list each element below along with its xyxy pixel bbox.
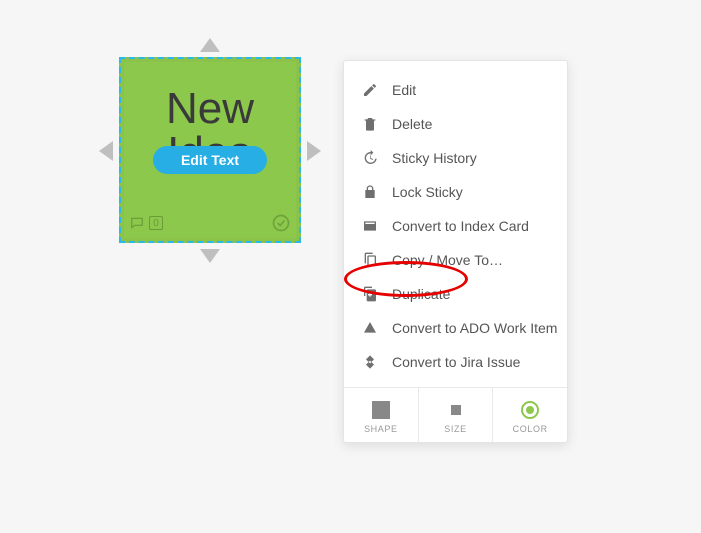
sticky-text-line1: New bbox=[121, 87, 299, 131]
menu-label: Copy / Move To… bbox=[392, 252, 503, 268]
menu-label: Convert to ADO Work Item bbox=[392, 320, 557, 336]
arrow-down-handle[interactable] bbox=[200, 249, 220, 263]
sticky-note[interactable]: New Idea Edit Text 0 bbox=[119, 57, 301, 243]
comment-count[interactable]: 0 bbox=[149, 216, 163, 230]
menu-label: Delete bbox=[392, 116, 432, 132]
tab-color[interactable]: COLOR bbox=[492, 388, 567, 442]
tab-shape-label: SHAPE bbox=[344, 424, 418, 434]
trash-icon bbox=[362, 116, 378, 132]
size-icon bbox=[451, 405, 461, 415]
menu-label: Convert to Index Card bbox=[392, 218, 529, 234]
sticky-footer: 0 bbox=[129, 211, 291, 235]
ado-icon bbox=[362, 320, 378, 336]
tab-size-label: SIZE bbox=[419, 424, 493, 434]
menu-item-edit[interactable]: Edit bbox=[344, 73, 567, 107]
arrow-up-handle[interactable] bbox=[200, 38, 220, 52]
edit-text-button[interactable]: Edit Text bbox=[153, 146, 267, 174]
index-card-icon bbox=[362, 218, 378, 234]
duplicate-icon bbox=[362, 286, 378, 302]
menu-label: Sticky History bbox=[392, 150, 477, 166]
tab-shape[interactable]: SHAPE bbox=[344, 388, 418, 442]
menu-item-convert-ado[interactable]: Convert to ADO Work Item bbox=[344, 311, 567, 345]
pencil-icon bbox=[362, 82, 378, 98]
comment-icon[interactable] bbox=[129, 216, 145, 230]
tab-color-label: COLOR bbox=[493, 424, 567, 434]
tab-size[interactable]: SIZE bbox=[418, 388, 493, 442]
menu-bottom-tabs: SHAPE SIZE COLOR bbox=[344, 387, 567, 442]
menu-label: Duplicate bbox=[392, 286, 450, 302]
shape-icon bbox=[372, 401, 390, 419]
menu-item-history[interactable]: Sticky History bbox=[344, 141, 567, 175]
menu-label: Convert to Jira Issue bbox=[392, 354, 520, 370]
copy-move-icon bbox=[362, 252, 378, 268]
menu-item-convert-index[interactable]: Convert to Index Card bbox=[344, 209, 567, 243]
arrow-left-handle[interactable] bbox=[99, 141, 113, 161]
menu-item-lock[interactable]: Lock Sticky bbox=[344, 175, 567, 209]
menu-item-duplicate[interactable]: Duplicate bbox=[344, 277, 567, 311]
menu-label: Lock Sticky bbox=[392, 184, 463, 200]
menu-item-convert-jira[interactable]: Convert to Jira Issue bbox=[344, 345, 567, 379]
lock-icon bbox=[362, 184, 378, 200]
menu-item-copy-move[interactable]: Copy / Move To… bbox=[344, 243, 567, 277]
menu-item-delete[interactable]: Delete bbox=[344, 107, 567, 141]
status-check-icon[interactable] bbox=[271, 213, 291, 233]
jira-icon bbox=[362, 354, 378, 370]
history-icon bbox=[362, 150, 378, 166]
menu-label: Edit bbox=[392, 82, 416, 98]
color-icon bbox=[521, 401, 539, 419]
edit-text-label: Edit Text bbox=[181, 152, 239, 168]
context-menu: Edit Delete Sticky History Lock Sticky C… bbox=[343, 60, 568, 443]
arrow-right-handle[interactable] bbox=[307, 141, 321, 161]
